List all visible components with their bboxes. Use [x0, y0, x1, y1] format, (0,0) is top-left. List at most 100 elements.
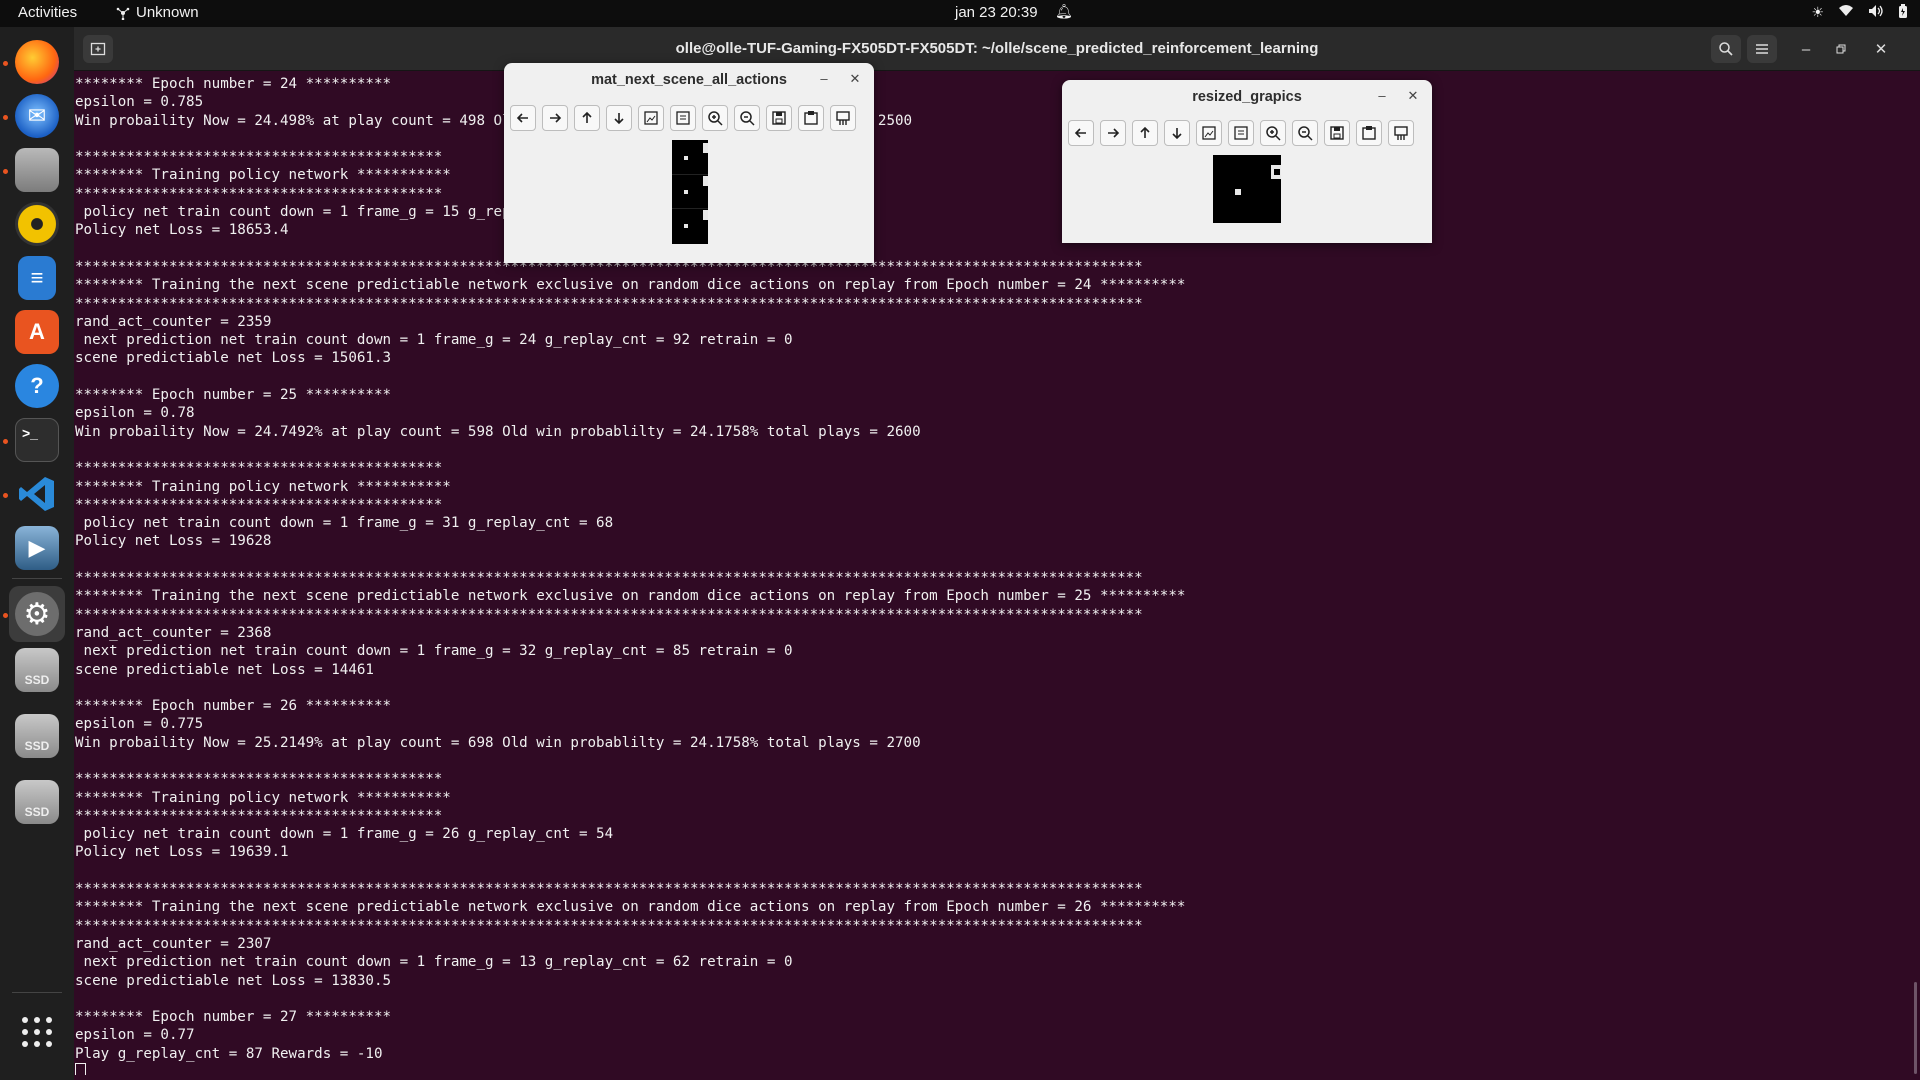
dock-thunderbird[interactable]: ✉: [9, 88, 65, 144]
arrow-up-button[interactable]: [1132, 120, 1158, 146]
brightness-icon: ☀: [1811, 4, 1824, 20]
close-button[interactable]: ✕: [846, 70, 864, 88]
dock-app-center[interactable]: A: [9, 304, 65, 360]
zoom-out-button[interactable]: [1292, 120, 1318, 146]
zoom-in-icon: [1266, 126, 1281, 141]
maximize-button[interactable]: [1826, 35, 1856, 63]
terminal-line: ****************************************…: [75, 807, 443, 824]
terminal-line: Policy net Loss = 19628: [75, 533, 272, 550]
dock-ssd-2[interactable]: SSD: [9, 708, 65, 764]
save-button[interactable]: [766, 105, 792, 131]
zoom-in-button[interactable]: [702, 105, 728, 131]
dock-help[interactable]: ?: [9, 358, 65, 414]
files-icon: [15, 148, 59, 192]
dock-files[interactable]: [9, 142, 65, 198]
zoom-fit-icon: [644, 111, 658, 125]
dock-video-editor[interactable]: ▶: [9, 520, 65, 576]
arrow-left-icon: [1074, 128, 1086, 138]
close-button[interactable]: ✕: [1404, 87, 1422, 105]
dock: ✉ ≡ A ? >_ ▶ ⚙ SSD SSD SSD: [0, 27, 74, 1080]
zoom-fit-button[interactable]: [1196, 120, 1222, 146]
copy-button[interactable]: [1356, 120, 1382, 146]
close-button[interactable]: ✕: [1866, 35, 1896, 63]
firefox-icon: [15, 40, 59, 84]
properties-button[interactable]: [830, 105, 856, 131]
terminal-output[interactable]: ******** Epoch number = 24 ********** eps…: [75, 75, 1915, 1075]
terminal-line: Win probaility Now = 25.2149% at play co…: [75, 734, 921, 751]
arrow-left-button[interactable]: [510, 105, 536, 131]
settings-icon: ⚙: [15, 592, 59, 636]
dock-rhythmbox[interactable]: [9, 196, 65, 252]
clock[interactable]: jan 23 20:39: [955, 4, 1038, 21]
arrow-down-button[interactable]: [606, 105, 632, 131]
terminal-line: rand_act_counter = 2307: [75, 935, 272, 952]
terminal-scrollbar[interactable]: [1914, 982, 1917, 1074]
system-tray[interactable]: ☀: [1811, 4, 1908, 22]
arrow-up-button[interactable]: [574, 105, 600, 131]
top-bar: Activities Unknown jan 23 20:39 🔔︎ ☀: [0, 0, 1920, 27]
dock-settings[interactable]: ⚙: [9, 586, 65, 642]
arrow-up-icon: [582, 111, 592, 123]
arrow-left-icon: [516, 113, 528, 123]
arrow-down-icon: [1172, 128, 1182, 140]
terminal-line: Policy net Loss = 18653.4: [75, 222, 289, 239]
terminal-line: ******** Training the next scene predict…: [75, 588, 1186, 605]
terminal-line: Win probaility Now = 24.7492% at play co…: [75, 423, 921, 440]
menu-button[interactable]: [1747, 35, 1777, 63]
save-button[interactable]: [1324, 120, 1350, 146]
mat-next-scene-window[interactable]: mat_next_scene_all_actions – ✕: [504, 63, 874, 263]
terminal-line: ******** Epoch number = 26 **********: [75, 698, 392, 715]
terminal-line: epsilon = 0.775: [75, 716, 204, 733]
properties-button[interactable]: [1388, 120, 1414, 146]
zoom-fit-button[interactable]: [638, 105, 664, 131]
hamburger-menu-icon: [1756, 44, 1768, 54]
notification-bell-icon[interactable]: 🔔︎: [1055, 3, 1073, 20]
terminal-line: ****************************************…: [75, 917, 1143, 934]
copy-button[interactable]: [798, 105, 824, 131]
dock-writer[interactable]: ≡: [9, 250, 65, 306]
show-apps-button[interactable]: [9, 1004, 65, 1060]
dock-vscode[interactable]: [9, 466, 65, 522]
activities-button[interactable]: Activities: [18, 4, 77, 21]
terminal-line: ****************************************…: [75, 295, 1143, 312]
arrow-right-button[interactable]: [542, 105, 568, 131]
terminal-window[interactable]: olle@olle-TUF-Gaming-FX505DT-FX505DT: ~/…: [74, 27, 1920, 1080]
arrow-down-button[interactable]: [1164, 120, 1190, 146]
arrow-right-icon: [1108, 128, 1120, 138]
terminal-line: scene predictiable net Loss = 13830.5: [75, 972, 392, 989]
resized-graphics-window[interactable]: resized_grapics – ✕: [1062, 80, 1432, 243]
terminal-title: olle@olle-TUF-Gaming-FX505DT-FX505DT: ~/…: [675, 40, 1319, 57]
zoom-in-button[interactable]: [1260, 120, 1286, 146]
terminal-line: next prediction net train count down = 1…: [75, 954, 793, 971]
minimize-button[interactable]: –: [1791, 35, 1821, 63]
dock-firefox[interactable]: [9, 34, 65, 90]
terminal-line: policy net train count down = 1 frame_g …: [75, 826, 614, 843]
app-menu[interactable]: Unknown: [116, 4, 199, 21]
dock-ssd-3[interactable]: SSD: [9, 774, 65, 830]
terminal-line: rand_act_counter = 2359: [75, 313, 272, 330]
properties-icon: [836, 111, 850, 125]
zoom-original-button[interactable]: [1228, 120, 1254, 146]
image-toolbar: [1068, 120, 1414, 146]
zoom-original-button[interactable]: [670, 105, 696, 131]
dock-ssd-1[interactable]: SSD: [9, 642, 65, 698]
volume-icon: [1868, 4, 1884, 22]
minimize-button[interactable]: –: [815, 70, 833, 88]
terminal-line: ******** Epoch number = 24 **********: [75, 76, 392, 92]
arrow-right-button[interactable]: [1100, 120, 1126, 146]
zoom-out-button[interactable]: [734, 105, 760, 131]
minimize-button[interactable]: –: [1373, 87, 1391, 105]
terminal-line: ****************************************…: [75, 606, 1143, 623]
terminal-cursor: [75, 1063, 86, 1075]
ssd-drive-icon: SSD: [15, 648, 59, 692]
search-button[interactable]: [1711, 35, 1741, 63]
dock-terminal[interactable]: >_: [9, 412, 65, 468]
arrow-left-button[interactable]: [1068, 120, 1094, 146]
zoom-out-icon: [740, 111, 755, 126]
app-menu-label: Unknown: [136, 4, 199, 21]
